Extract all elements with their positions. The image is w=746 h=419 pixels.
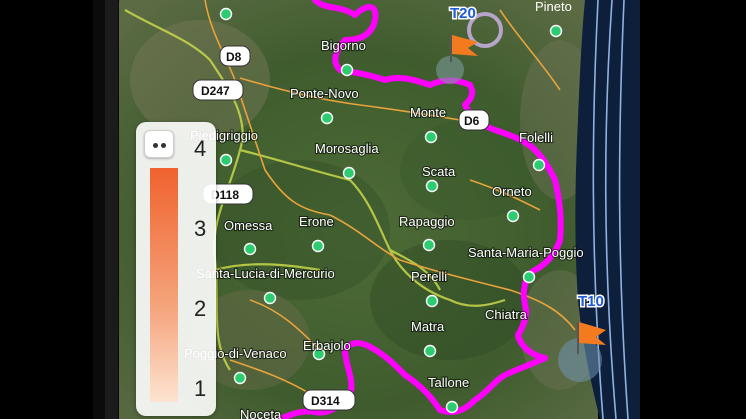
poi-marker[interactable] xyxy=(425,179,439,193)
legend-gradient-bar xyxy=(150,168,178,402)
place-label: Orneto xyxy=(492,184,532,199)
road-badge-d247: D247 xyxy=(192,79,244,101)
phone-frame: T20 T10 Bigorno Ponte-Novo Monte Folelli… xyxy=(0,0,746,419)
place-label: Matra xyxy=(411,319,445,334)
place-label: Perelli xyxy=(411,269,447,284)
waypoint-marker-t10[interactable] xyxy=(558,338,602,382)
legend-tick: 4 xyxy=(194,136,207,161)
place-label: Chiatra xyxy=(485,307,528,322)
place-label: Monte xyxy=(410,105,446,120)
poi-marker[interactable] xyxy=(423,344,437,358)
left-bezel-edge xyxy=(105,0,118,419)
legend-handle[interactable] xyxy=(144,130,174,158)
waypoint-label-t10: T10 xyxy=(578,293,604,310)
road-badge-d8: D8 xyxy=(219,45,251,67)
place-label: Pineto xyxy=(535,0,572,14)
poi-marker[interactable] xyxy=(233,371,247,385)
place-label: Omessa xyxy=(224,218,273,233)
poi-marker[interactable] xyxy=(320,111,334,125)
svg-text:D6: D6 xyxy=(464,114,480,128)
poi-marker[interactable] xyxy=(342,166,356,180)
poi-marker[interactable] xyxy=(522,270,536,284)
drag-dot-icon xyxy=(161,143,166,148)
place-label: Rapaggio xyxy=(399,214,455,229)
svg-text:D314: D314 xyxy=(311,394,340,408)
poi-marker[interactable] xyxy=(425,294,439,308)
right-bezel xyxy=(640,0,746,419)
map-view[interactable]: T20 T10 Bigorno Ponte-Novo Monte Folelli… xyxy=(0,0,746,419)
drag-dot-icon xyxy=(153,143,158,148)
poi-marker[interactable] xyxy=(263,291,277,305)
place-label: Erbajolo xyxy=(303,338,351,353)
poi-marker[interactable] xyxy=(506,209,520,223)
legend-tick: 2 xyxy=(194,296,207,321)
poi-marker[interactable] xyxy=(424,130,438,144)
place-label: Ponte-Novo xyxy=(290,86,359,101)
place-label: Santa-Lucia-di-Mercurio xyxy=(196,266,335,281)
road-badge-d6: D6 xyxy=(458,109,490,131)
place-label: Folelli xyxy=(519,130,553,145)
poi-marker[interactable] xyxy=(445,400,459,414)
waypoint-label-t20: T20 xyxy=(450,5,476,22)
poi-marker[interactable] xyxy=(243,242,257,256)
poi-marker[interactable] xyxy=(219,7,233,21)
legend-tick: 1 xyxy=(194,376,207,401)
place-label: Santa-Maria-Poggio xyxy=(468,245,584,260)
place-label: Tallone xyxy=(428,375,469,390)
poi-marker[interactable] xyxy=(549,24,563,38)
svg-text:D247: D247 xyxy=(201,84,230,98)
place-label: Bigorno xyxy=(321,38,366,53)
poi-marker[interactable] xyxy=(311,239,325,253)
road-badge-d314: D314 xyxy=(302,389,356,411)
elevation-legend: 4 3 2 1 xyxy=(136,122,216,416)
place-label: Scata xyxy=(422,164,456,179)
poi-marker[interactable] xyxy=(422,238,436,252)
poi-marker[interactable] xyxy=(219,153,233,167)
place-label: Morosaglia xyxy=(315,141,379,156)
svg-text:D8: D8 xyxy=(226,50,242,64)
place-label: Erone xyxy=(299,214,334,229)
poi-marker[interactable] xyxy=(340,63,354,77)
place-label: Noceta xyxy=(240,407,282,419)
legend-tick: 3 xyxy=(194,216,207,241)
poi-marker[interactable] xyxy=(532,158,546,172)
